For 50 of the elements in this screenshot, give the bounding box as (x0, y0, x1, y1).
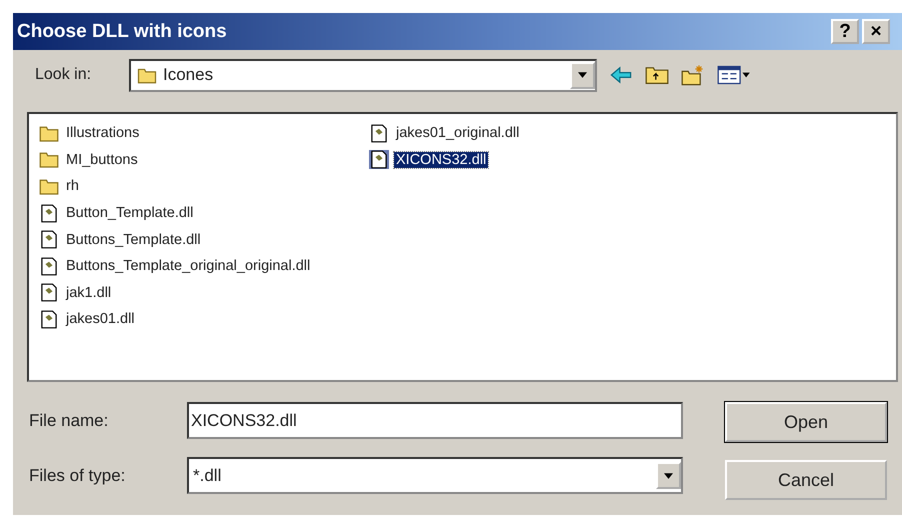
look-in-dropdown[interactable]: Icones (129, 58, 597, 92)
file-list-item[interactable]: rh (39, 173, 369, 200)
dll-file-icon (39, 204, 59, 223)
dropdown-button[interactable] (656, 462, 681, 489)
file-name: jak1.dll (64, 284, 112, 301)
new-folder-icon[interactable] (681, 64, 705, 86)
dll-file-icon (39, 283, 59, 302)
view-menu-icon[interactable] (717, 64, 751, 86)
file-type-label: Files of type: (29, 466, 126, 486)
cancel-button[interactable]: Cancel (725, 460, 887, 500)
file-list-item[interactable]: Buttons_Template.dll (39, 226, 369, 253)
file-name: Buttons_Template.dll (65, 232, 202, 248)
dll-file-icon (369, 150, 389, 170)
file-list-item[interactable]: Illustrations (39, 120, 369, 147)
file-name: jakes01_original.dll (394, 125, 520, 142)
file-list-item[interactable]: Button_Template.dll (39, 200, 369, 226)
file-list-item[interactable]: XICONS32.dll (369, 146, 699, 174)
file-name-field[interactable]: XICONS32.dll (187, 402, 683, 439)
back-arrow-icon[interactable] (609, 64, 633, 86)
file-name: jakes01.dll (64, 311, 136, 328)
folder-icon (39, 150, 59, 170)
file-type-dropdown[interactable]: *.dll (187, 457, 683, 494)
dll-file-icon (39, 256, 59, 276)
file-name: Buttons_Template_original_original.dll (65, 258, 312, 274)
file-list-item[interactable]: jak1.dll (39, 280, 369, 306)
file-list-item[interactable]: MI_buttons (39, 146, 369, 174)
file-name: Button_Template.dll (65, 205, 194, 222)
file-name: Illustrations (65, 125, 140, 142)
file-name: rh (65, 178, 80, 194)
file-name-label: File name: (29, 410, 110, 430)
caret-icon (664, 472, 673, 478)
dropdown-button[interactable] (570, 62, 595, 88)
file-list-item[interactable]: jakes01_original.dll (369, 120, 699, 147)
window-title: Choose DLL with icons (17, 20, 227, 42)
close-button[interactable]: × (862, 19, 890, 44)
file-list-item[interactable]: Buttons_Template_original_original.dll (39, 252, 369, 280)
caret-icon (578, 72, 587, 78)
file-list-item[interactable]: jakes01.dll (39, 306, 369, 333)
folder-icon (137, 66, 157, 84)
help-button[interactable]: ? (831, 19, 859, 44)
up-folder-icon[interactable] (645, 64, 669, 86)
dll-file-icon (39, 310, 59, 329)
look-in-label: Look in: (35, 66, 92, 84)
file-name: MI_buttons (65, 152, 139, 168)
file-name: XICONS32.dll (394, 152, 488, 168)
open-button[interactable]: Open (725, 402, 887, 442)
dll-file-icon (369, 124, 389, 143)
folder-icon (39, 124, 59, 143)
dll-file-icon (39, 230, 59, 250)
folder-icon (39, 176, 59, 196)
